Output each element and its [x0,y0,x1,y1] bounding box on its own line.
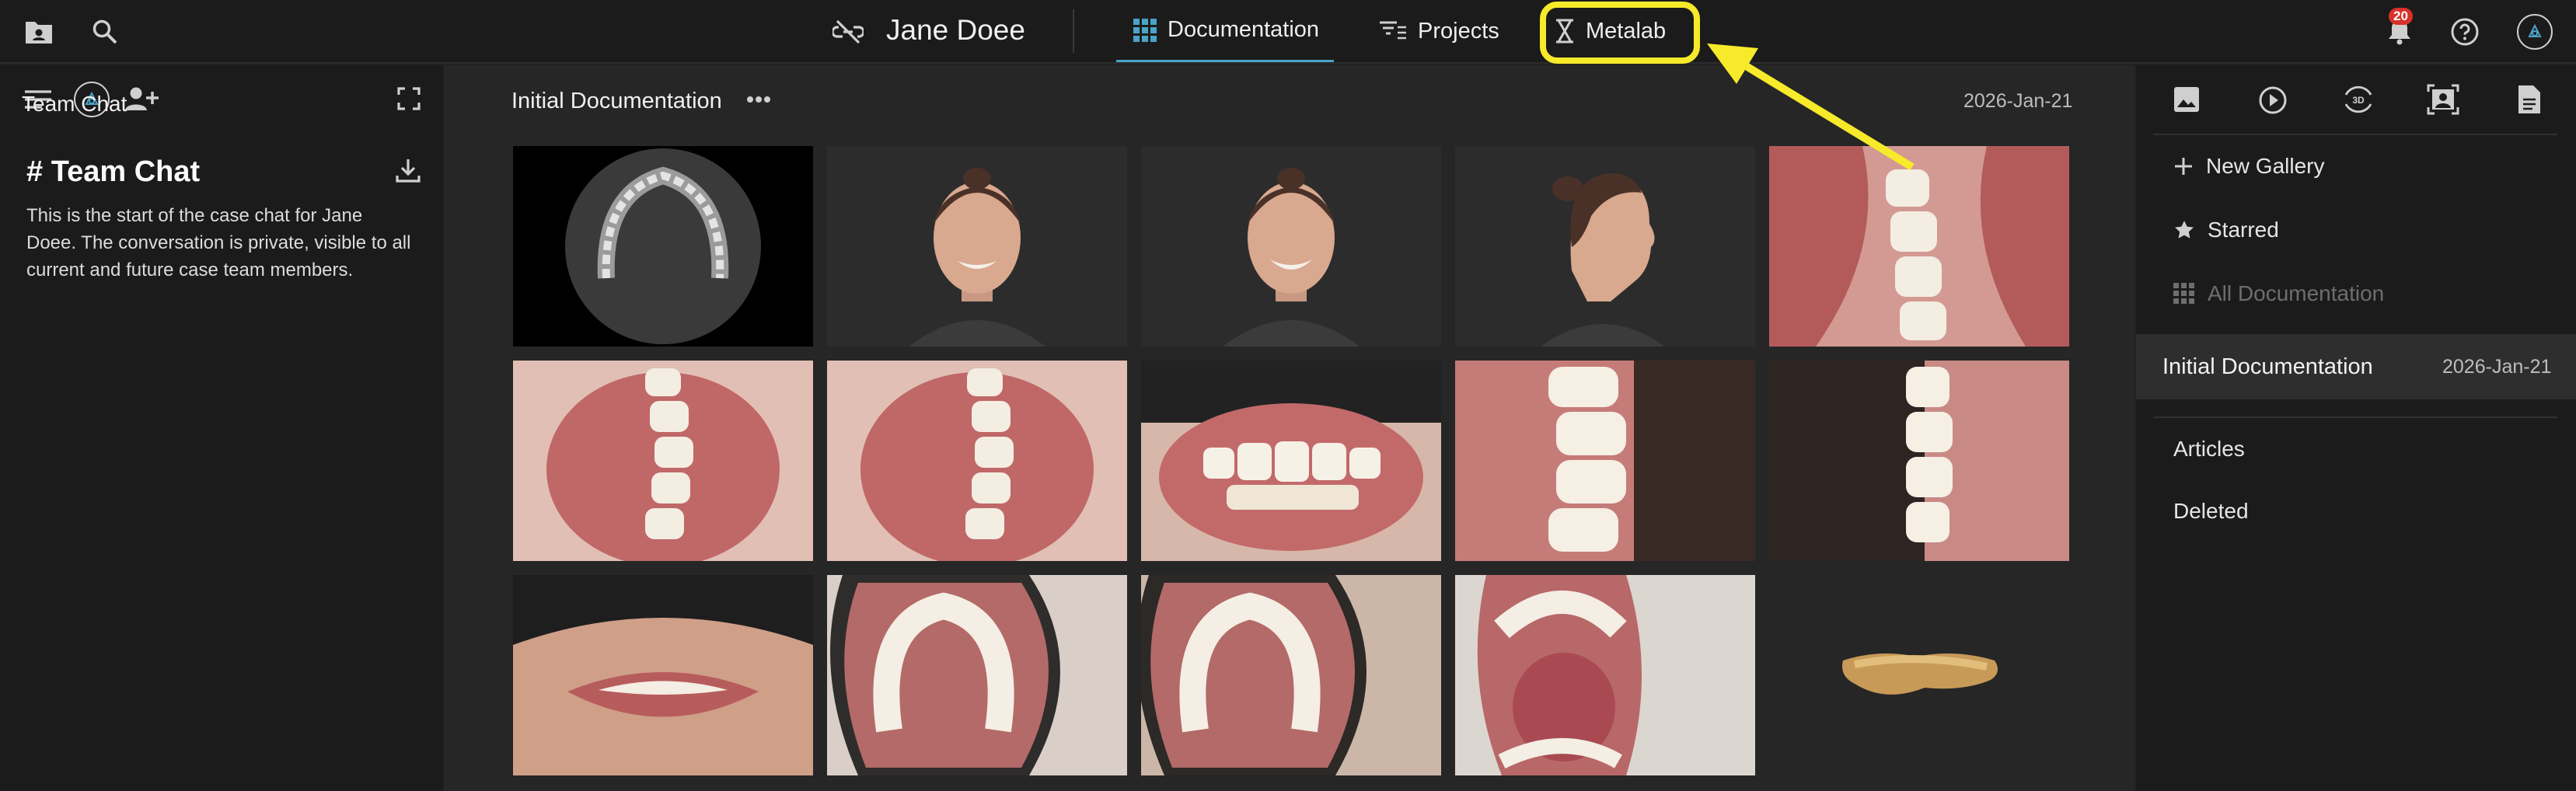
annotation-arrow [1707,44,1915,171]
